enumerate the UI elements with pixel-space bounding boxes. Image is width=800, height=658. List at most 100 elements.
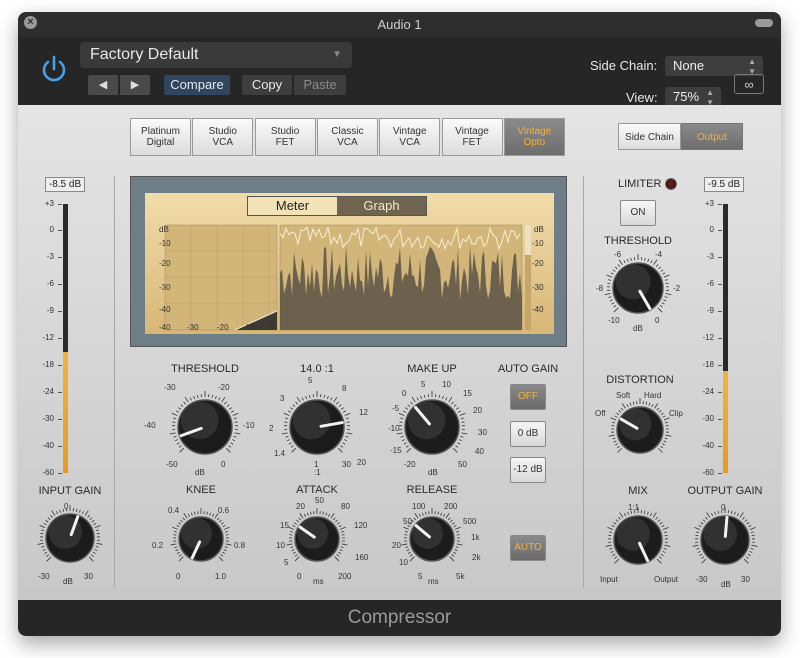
distortion-tick: Clip: [669, 409, 683, 418]
knee-tick: 0.2: [152, 541, 164, 550]
meter-scale-label: 0: [709, 225, 714, 234]
view-select[interactable]: 75% ▲ ▼: [665, 87, 721, 107]
meter-scale-label: -30: [702, 414, 714, 423]
ratio-tick: 3: [280, 394, 285, 403]
limiter-threshold-tick: -2: [673, 284, 681, 293]
release-unit: ms: [428, 577, 439, 586]
meter-tick: [58, 257, 62, 258]
release-tick: 5k: [456, 572, 465, 581]
output-gain-knob[interactable]: [689, 504, 761, 576]
threshold-knob[interactable]: [166, 388, 244, 466]
meter-scale-label: -60: [702, 468, 714, 477]
previous-preset-button[interactable]: ◀: [88, 75, 118, 95]
release-knob[interactable]: [398, 505, 466, 573]
preset-menu[interactable]: Factory Default ▼: [80, 42, 352, 68]
release-tick: 100: [412, 502, 426, 511]
output-gain-tick: -30: [696, 575, 708, 584]
ratio-unit: :1: [314, 468, 321, 477]
meter-scale-label: +3: [44, 199, 54, 208]
meter-scale-label: -60: [42, 468, 54, 477]
type-button-studio-vca[interactable]: Studio VCA: [192, 118, 254, 156]
meter-scale-label: -3: [46, 252, 54, 261]
meter-scale-label: -12: [702, 333, 714, 342]
input-gain-unit: dB: [63, 577, 73, 586]
x-tick: -30: [187, 323, 199, 332]
limiter-threshold-knob[interactable]: [601, 251, 675, 325]
input-level-readout: -8.5 dB: [45, 177, 85, 192]
makeup-knob[interactable]: [393, 388, 471, 466]
ratio-tick: 20: [357, 458, 366, 467]
input-gain-tick: 0: [64, 502, 69, 511]
auto-release-button[interactable]: AUTO: [510, 535, 546, 561]
auto-gain-off-button[interactable]: OFF: [510, 384, 546, 410]
output-gain-tick: 30: [741, 575, 750, 584]
distortion-label: DISTORTION: [606, 374, 674, 386]
meter-scale-label: -18: [702, 360, 714, 369]
attack-tick: 200: [338, 572, 352, 581]
type-button-classic-vca[interactable]: Classic VCA: [316, 118, 378, 156]
compare-button[interactable]: Compare: [164, 75, 230, 95]
limiter-on-button[interactable]: ON: [620, 200, 656, 226]
threshold-label: THRESHOLD: [171, 363, 239, 375]
output-toggle[interactable]: Output: [681, 123, 743, 150]
meter-tick: [58, 392, 62, 393]
y-axis-label-right: dB: [534, 225, 544, 234]
attack-knob[interactable]: [283, 505, 351, 573]
x-tick: 0: [269, 323, 274, 332]
auto-gain-0db-button[interactable]: 0 dB: [510, 421, 546, 447]
transfer-curve: [164, 224, 531, 331]
next-preset-button[interactable]: ▶: [120, 75, 150, 95]
attack-tick: 80: [341, 502, 350, 511]
meter-tick: [58, 230, 62, 231]
limiter-threshold-tick: -10: [608, 316, 620, 325]
y-tick-right: -40: [532, 305, 544, 314]
meter-scale-label: -6: [706, 279, 714, 288]
threshold-tick: -20: [218, 383, 230, 392]
ratio-tick: 5: [308, 376, 313, 385]
attack-tick: 120: [354, 521, 368, 530]
auto-gain-minus12-button[interactable]: -12 dB: [510, 457, 546, 483]
input-gain-tick: 30: [84, 572, 93, 581]
output-gain-tick: 0: [721, 503, 726, 512]
y-tick-right: -20: [532, 259, 544, 268]
link-icon[interactable]: ∞: [734, 74, 764, 94]
mix-knob[interactable]: [602, 504, 674, 576]
sidechain-toggle[interactable]: Side Chain: [618, 123, 681, 150]
ratio-tick: 2: [269, 424, 274, 433]
sidechain-select[interactable]: None ▲ ▼: [665, 56, 763, 76]
meter-display: Meter Graph dB dB -10 -20 -30 -40 -10 -20 -30-…: [130, 176, 567, 347]
makeup-tick: 15: [463, 389, 472, 398]
knee-knob[interactable]: [167, 505, 235, 573]
meter-scale-label: -6: [46, 279, 54, 288]
limiter-threshold-unit: dB: [633, 324, 643, 333]
makeup-tick: -20: [404, 460, 416, 469]
makeup-tick: 30: [478, 428, 487, 437]
threshold-tick: -30: [164, 383, 176, 392]
knee-tick: 0.6: [218, 506, 230, 515]
attack-tick: 160: [355, 553, 369, 562]
power-icon[interactable]: [38, 53, 70, 85]
type-button-vintage-fet[interactable]: Vintage FET: [441, 118, 503, 156]
input-gain-knob[interactable]: [34, 502, 106, 574]
plugin-header: Factory Default ▼ ◀ ▶ Compare Copy Paste…: [18, 37, 781, 107]
output-meter: [723, 204, 728, 473]
meter-tick: [718, 473, 722, 474]
type-label: Studio FET: [270, 126, 300, 148]
type-button-studio-fet[interactable]: Studio FET: [254, 118, 316, 156]
distortion-knob[interactable]: [605, 395, 675, 465]
meter-tick: [58, 365, 62, 366]
type-label: Studio VCA: [208, 126, 237, 148]
meter-tick: [718, 338, 722, 339]
type-button-platinum-digital[interactable]: Platinum Digital: [130, 118, 191, 156]
paste-button[interactable]: Paste: [294, 75, 346, 95]
type-label: Vintage FET: [455, 126, 489, 148]
type-label: Vintage Opto: [517, 126, 552, 148]
type-button-vintage-vca[interactable]: Vintage VCA: [379, 118, 441, 156]
resize-icon[interactable]: [755, 19, 773, 27]
view-label: View:: [626, 90, 658, 105]
input-gain-label: INPUT GAIN: [38, 485, 102, 497]
ratio-knob[interactable]: [278, 388, 356, 466]
copy-button[interactable]: Copy: [242, 75, 292, 95]
meter-scale-label: -30: [42, 414, 54, 423]
type-button-vintage-opto[interactable]: Vintage Opto: [503, 118, 565, 156]
